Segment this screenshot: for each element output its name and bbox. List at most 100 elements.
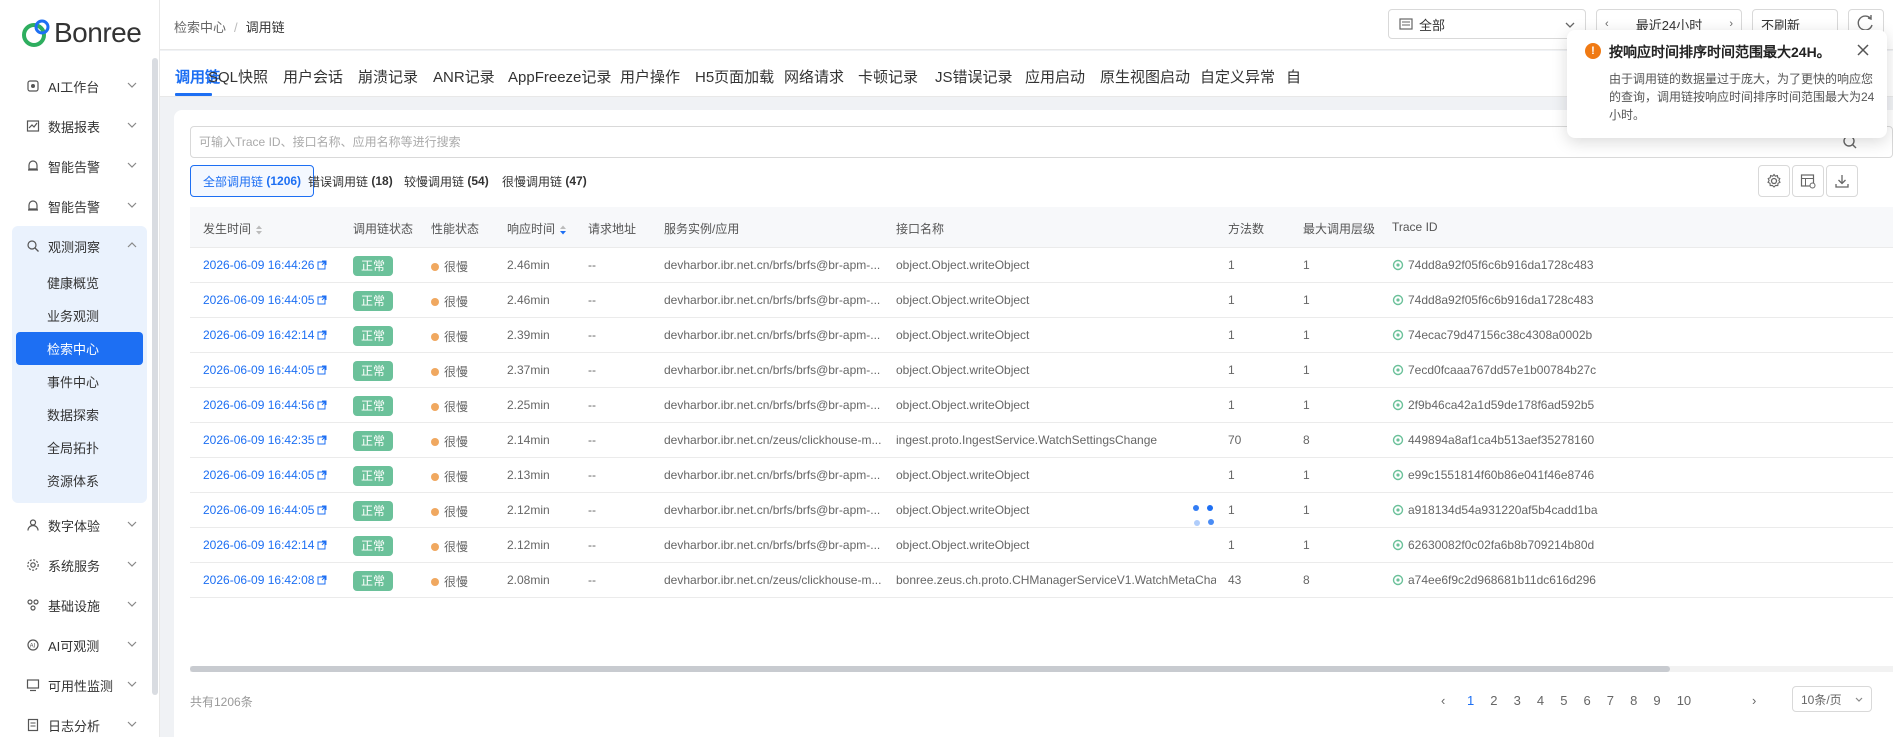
time-link[interactable]: 2026-06-09 16:44:05	[203, 293, 327, 307]
external-link-icon[interactable]	[317, 575, 327, 585]
sidebar-item-7[interactable]: 基础设施	[12, 585, 147, 625]
sidebar-item-4[interactable]: 观测洞察	[12, 226, 147, 266]
trace-id-text[interactable]: e99c1551814f60b86e041f46e8746	[1408, 468, 1594, 482]
sidebar-subitem-6[interactable]: 资源体系	[12, 464, 147, 497]
tab-6[interactable]: 用户操作	[620, 66, 680, 87]
trace-id-text[interactable]: a918134d54a931220af5b4cadd1ba	[1408, 503, 1598, 517]
next-page-button[interactable]: ›	[1752, 693, 1756, 708]
trace-id-text[interactable]: 449894a8af1ca4b513aef35278160	[1408, 433, 1594, 447]
time-link[interactable]: 2026-06-09 16:42:35	[203, 433, 327, 447]
time-link[interactable]: 2026-06-09 16:44:56	[203, 398, 327, 412]
table-row[interactable]: 2026-06-09 16:42:14 正常 很慢 2.39min -- devharbo…	[190, 318, 1893, 353]
external-link-icon[interactable]	[317, 260, 327, 270]
sidebar-item-3[interactable]: 智能告警	[12, 186, 147, 226]
horizontal-scrollbar[interactable]	[190, 666, 1893, 672]
tab-13[interactable]: 自定义异常	[1200, 66, 1275, 87]
page-number[interactable]: 2	[1490, 693, 1497, 708]
time-cell[interactable]: 2026-06-09 16:42:14	[203, 538, 314, 552]
table-row[interactable]: 2026-06-09 16:44:05 正常 很慢 2.46min -- devharbo…	[190, 283, 1893, 318]
trace-id[interactable]: e99c1551814f60b86e041f46e8746	[1392, 468, 1632, 482]
tab-14[interactable]: 自	[1286, 66, 1301, 87]
time-link[interactable]: 2026-06-09 16:44:26	[203, 258, 327, 272]
trace-id[interactable]: 62630082f0c02fa6b8b709214b80d	[1392, 538, 1632, 552]
time-cell[interactable]: 2026-06-09 16:44:05	[203, 293, 314, 307]
filter-segment-1[interactable]: 错误调用链 (18)	[296, 165, 405, 197]
table-row[interactable]: 2026-06-09 16:44:05 正常 很慢 2.13min -- devharbo…	[190, 458, 1893, 493]
sidebar-item-5[interactable]: 数字体验	[12, 505, 147, 545]
time-link[interactable]: 2026-06-09 16:42:14	[203, 328, 327, 342]
sidebar-subitem-0[interactable]: 健康概览	[12, 266, 147, 299]
sort-icon[interactable]	[559, 225, 567, 235]
trace-id[interactable]: 449894a8af1ca4b513aef35278160	[1392, 433, 1632, 447]
sidebar-item-8[interactable]: AI AI可观测	[12, 625, 147, 665]
tab-2[interactable]: 用户会话	[283, 66, 343, 87]
external-link-icon[interactable]	[317, 435, 327, 445]
external-link-icon[interactable]	[317, 540, 327, 550]
tab-4[interactable]: ANR记录	[433, 66, 495, 87]
table-row[interactable]: 2026-06-09 16:44:05 正常 很慢 2.12min -- devharbo…	[190, 493, 1893, 528]
page-number[interactable]: 6	[1584, 693, 1591, 708]
trace-id-text[interactable]: 62630082f0c02fa6b8b709214b80d	[1408, 538, 1594, 552]
tab-9[interactable]: 卡顿记录	[858, 66, 918, 87]
sidebar-scrollbar[interactable]	[152, 58, 158, 695]
time-cell[interactable]: 2026-06-09 16:44:05	[203, 468, 314, 482]
trace-id-text[interactable]: 7ecd0fcaaa767dd57e1b00784b27c	[1408, 363, 1596, 377]
table-row[interactable]: 2026-06-09 16:44:05 正常 很慢 2.37min -- devharbo…	[190, 353, 1893, 388]
page-number[interactable]: 4	[1537, 693, 1544, 708]
settings-button[interactable]	[1758, 165, 1790, 197]
external-link-icon[interactable]	[317, 470, 327, 480]
external-link-icon[interactable]	[317, 295, 327, 305]
time-cell[interactable]: 2026-06-09 16:44:05	[203, 503, 314, 517]
download-button[interactable]	[1826, 165, 1858, 197]
sidebar-item-10[interactable]: 日志分析	[12, 705, 147, 737]
time-link[interactable]: 2026-06-09 16:44:05	[203, 363, 327, 377]
trace-id-text[interactable]: 74ecac79d47156c38c4308a0002b	[1408, 328, 1592, 342]
time-cell[interactable]: 2026-06-09 16:44:05	[203, 363, 314, 377]
filter-segment-3[interactable]: 很慢调用链 (47)	[490, 165, 599, 197]
tab-11[interactable]: 应用启动	[1025, 66, 1085, 87]
trace-id[interactable]: 74ecac79d47156c38c4308a0002b	[1392, 328, 1632, 342]
table-row[interactable]: 2026-06-09 16:44:56 正常 很慢 2.25min -- devharbo…	[190, 388, 1893, 423]
time-cell[interactable]: 2026-06-09 16:42:08	[203, 573, 314, 587]
trace-id[interactable]: a74ee6f9c2d968681b11dc616d296	[1392, 573, 1632, 587]
time-cell[interactable]: 2026-06-09 16:42:35	[203, 433, 314, 447]
trace-id[interactable]: 2f9b46ca42a1d59de178f6ad592b5	[1392, 398, 1632, 412]
page-number[interactable]: 10	[1677, 693, 1691, 708]
trace-id[interactable]: a918134d54a931220af5b4cadd1ba	[1392, 503, 1632, 517]
trace-id[interactable]: 74dd8a92f05f6c6b916da1728c483	[1392, 258, 1632, 272]
page-number[interactable]: 3	[1514, 693, 1521, 708]
page-number[interactable]: 1	[1467, 693, 1474, 708]
chevron-left-icon[interactable]: ‹	[1605, 18, 1609, 30]
sidebar-subitem-2[interactable]: 检索中心	[16, 332, 143, 365]
table-row[interactable]: 2026-06-09 16:42:35 正常 很慢 2.14min -- devharbo…	[190, 423, 1893, 458]
time-link[interactable]: 2026-06-09 16:44:05	[203, 503, 327, 517]
column-header-3[interactable]: 响应时间	[507, 220, 567, 237]
page-number[interactable]: 7	[1607, 693, 1614, 708]
tab-8[interactable]: 网络请求	[784, 66, 844, 87]
sort-icon[interactable]	[255, 225, 263, 235]
external-link-icon[interactable]	[317, 400, 327, 410]
table-row[interactable]: 2026-06-09 16:42:08 正常 很慢 2.08min -- devharbo…	[190, 563, 1893, 598]
tab-1[interactable]: SQL快照	[208, 66, 268, 87]
time-cell[interactable]: 2026-06-09 16:42:14	[203, 328, 314, 342]
sidebar-item-2[interactable]: 智能告警	[12, 146, 147, 186]
sidebar-item-9[interactable]: 可用性监测	[12, 665, 147, 705]
sidebar-subitem-3[interactable]: 事件中心	[12, 365, 147, 398]
column-header-0[interactable]: 发生时间	[203, 220, 263, 237]
column-config-button[interactable]	[1792, 165, 1824, 197]
sidebar-subitem-5[interactable]: 全局拓扑	[12, 431, 147, 464]
close-icon[interactable]	[1855, 42, 1871, 58]
table-row[interactable]: 2026-06-09 16:42:14 正常 很慢 2.12min -- devharbo…	[190, 528, 1893, 563]
app-scope-select[interactable]: 全部	[1388, 9, 1586, 39]
tab-12[interactable]: 原生视图启动	[1100, 66, 1190, 87]
external-link-icon[interactable]	[317, 365, 327, 375]
prev-page-button[interactable]: ‹	[1441, 693, 1445, 708]
external-link-icon[interactable]	[317, 330, 327, 340]
chevron-right-icon[interactable]: ›	[1729, 18, 1733, 30]
trace-id-text[interactable]: 74dd8a92f05f6c6b916da1728c483	[1408, 258, 1594, 272]
page-number[interactable]: 5	[1560, 693, 1567, 708]
sidebar-item-1[interactable]: 数据报表	[12, 106, 147, 146]
page-size-select[interactable]: 10条/页	[1792, 686, 1872, 712]
filter-segment-2[interactable]: 较慢调用链 (54)	[392, 165, 501, 197]
tab-5[interactable]: AppFreeze记录	[508, 66, 611, 87]
